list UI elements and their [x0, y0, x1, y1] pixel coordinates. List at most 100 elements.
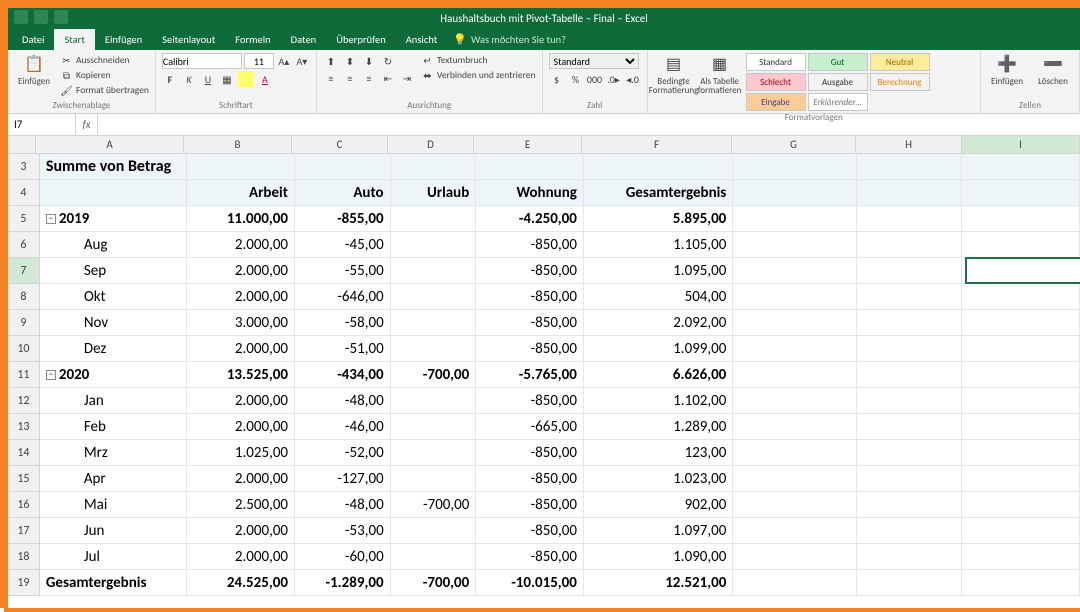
pivot-value[interactable]: -1.289,00 — [295, 570, 391, 596]
wrap-text-button[interactable]: ↵Textumbruch — [421, 53, 536, 67]
cell[interactable] — [962, 466, 1080, 492]
row-header[interactable]: 14 — [8, 440, 40, 466]
pivot-value[interactable]: 6.626,00 — [584, 362, 733, 388]
cell[interactable] — [733, 518, 857, 544]
pivot-value[interactable]: -850,00 — [476, 492, 584, 518]
cell[interactable] — [962, 570, 1080, 596]
row-header[interactable]: 15 — [8, 466, 40, 492]
row-header[interactable]: 13 — [8, 414, 40, 440]
pivot-value[interactable]: 1.099,00 — [584, 336, 733, 362]
pivot-value[interactable]: -48,00 — [295, 492, 391, 518]
cell[interactable] — [962, 232, 1080, 258]
merge-center-button[interactable]: ⬌Verbinden und zentrieren — [421, 68, 536, 82]
pivot-row-label[interactable]: Feb — [40, 414, 188, 440]
pivot-row-label[interactable]: Apr — [40, 466, 188, 492]
pivot-value[interactable]: -850,00 — [476, 518, 584, 544]
select-all-corner[interactable] — [8, 136, 36, 153]
pivot-value[interactable]: 1.025,00 — [187, 440, 295, 466]
tab-formeln[interactable]: Formeln — [225, 29, 280, 50]
cell[interactable] — [733, 544, 857, 570]
pivot-value[interactable]: 12.521,00 — [584, 570, 733, 596]
underline-button[interactable]: U — [200, 71, 216, 87]
cell[interactable] — [962, 388, 1080, 414]
cell[interactable] — [857, 492, 963, 518]
pivot-title[interactable]: Summe von Betrag — [40, 154, 187, 180]
pivot-value[interactable]: -850,00 — [476, 284, 584, 310]
row-header[interactable]: 18 — [8, 544, 40, 570]
pivot-value[interactable]: -850,00 — [476, 310, 584, 336]
pivot-value[interactable] — [391, 388, 477, 414]
pivot-row-label[interactable]: Mai — [40, 492, 188, 518]
cell[interactable] — [733, 492, 857, 518]
style-neutral[interactable]: Neutral — [870, 53, 930, 71]
tab-ansicht[interactable]: Ansicht — [396, 29, 448, 50]
copy-button[interactable]: ⧉Kopieren — [60, 68, 149, 82]
cell[interactable] — [857, 544, 963, 570]
pivot-value[interactable]: 1.102,00 — [584, 388, 733, 414]
col-header-B[interactable]: B — [184, 136, 292, 153]
cell[interactable] — [962, 206, 1080, 232]
pivot-value[interactable]: 2.092,00 — [584, 310, 733, 336]
cell[interactable] — [962, 284, 1080, 310]
cell[interactable] — [187, 154, 295, 180]
row-header[interactable]: 6 — [8, 232, 40, 258]
font-size-input[interactable] — [244, 53, 274, 69]
pivot-value[interactable]: 2.500,00 — [187, 492, 295, 518]
pivot-value[interactable]: 1.090,00 — [584, 544, 733, 570]
cell[interactable] — [584, 154, 733, 180]
pivot-value[interactable]: 1.023,00 — [584, 466, 733, 492]
pivot-value[interactable] — [391, 466, 477, 492]
undo-icon[interactable] — [34, 10, 48, 24]
cell[interactable] — [857, 232, 963, 258]
cell[interactable] — [962, 362, 1080, 388]
pivot-value[interactable]: 24.525,00 — [187, 570, 295, 596]
col-header-F[interactable]: F — [582, 136, 732, 153]
tab-seitenlayout[interactable]: Seitenlayout — [152, 29, 225, 50]
increase-decimal-icon[interactable]: .0▸ — [606, 71, 622, 87]
pivot-value[interactable]: 1.095,00 — [584, 258, 733, 284]
style-schlecht[interactable]: Schlecht — [746, 73, 806, 91]
cell[interactable] — [857, 310, 963, 336]
row-header[interactable]: 11 — [8, 362, 40, 388]
delete-cells-button[interactable]: ➖ Löschen — [1033, 53, 1073, 86]
pivot-value[interactable]: 13.525,00 — [187, 362, 295, 388]
cell[interactable] — [391, 154, 477, 180]
pivot-row-label[interactable]: Jan — [40, 388, 188, 414]
row-header[interactable]: 17 — [8, 518, 40, 544]
pivot-value[interactable]: -665,00 — [476, 414, 584, 440]
cell[interactable] — [733, 570, 857, 596]
row-header[interactable]: 16 — [8, 492, 40, 518]
cell[interactable] — [857, 388, 963, 414]
increase-font-icon[interactable]: A▴ — [276, 53, 292, 69]
worksheet[interactable]: ABCDEFGHI 3Summe von Betrag4ArbeitAutoUr… — [8, 136, 1080, 608]
font-color-button[interactable]: A — [257, 71, 273, 87]
cell[interactable] — [733, 336, 857, 362]
align-middle-icon[interactable]: ⬍ — [342, 53, 358, 69]
pivot-value[interactable] — [391, 440, 477, 466]
cell[interactable] — [857, 258, 963, 284]
cell-styles-gallery[interactable]: StandardGutNeutralSchlechtAusgabeBerechn… — [746, 53, 930, 111]
style-gut[interactable]: Gut — [808, 53, 868, 71]
pivot-row-label[interactable]: Mrz — [40, 440, 188, 466]
cell[interactable] — [733, 440, 857, 466]
cell[interactable] — [295, 154, 391, 180]
pivot-value[interactable]: 504,00 — [584, 284, 733, 310]
pivot-value[interactable]: -850,00 — [476, 466, 584, 492]
pivot-value[interactable] — [391, 310, 477, 336]
collapse-icon[interactable]: − — [46, 370, 56, 380]
pivot-col-header[interactable]: Urlaub — [391, 180, 477, 206]
row-header[interactable]: 3 — [8, 154, 40, 180]
pivot-value[interactable]: 2.000,00 — [187, 544, 295, 570]
pivot-value[interactable]: -850,00 — [476, 258, 584, 284]
cell[interactable] — [733, 310, 857, 336]
font-name-input[interactable] — [162, 53, 242, 69]
col-header-D[interactable]: D — [388, 136, 474, 153]
pivot-value[interactable]: -850,00 — [476, 336, 584, 362]
pivot-value[interactable]: 902,00 — [584, 492, 733, 518]
align-right-icon[interactable]: ≡ — [361, 70, 377, 86]
style-berechnung[interactable]: Berechnung — [870, 73, 930, 91]
pivot-value[interactable]: -52,00 — [295, 440, 391, 466]
pivot-row-label[interactable]: Okt — [40, 284, 188, 310]
pivot-value[interactable] — [391, 414, 477, 440]
cell[interactable] — [40, 180, 187, 206]
